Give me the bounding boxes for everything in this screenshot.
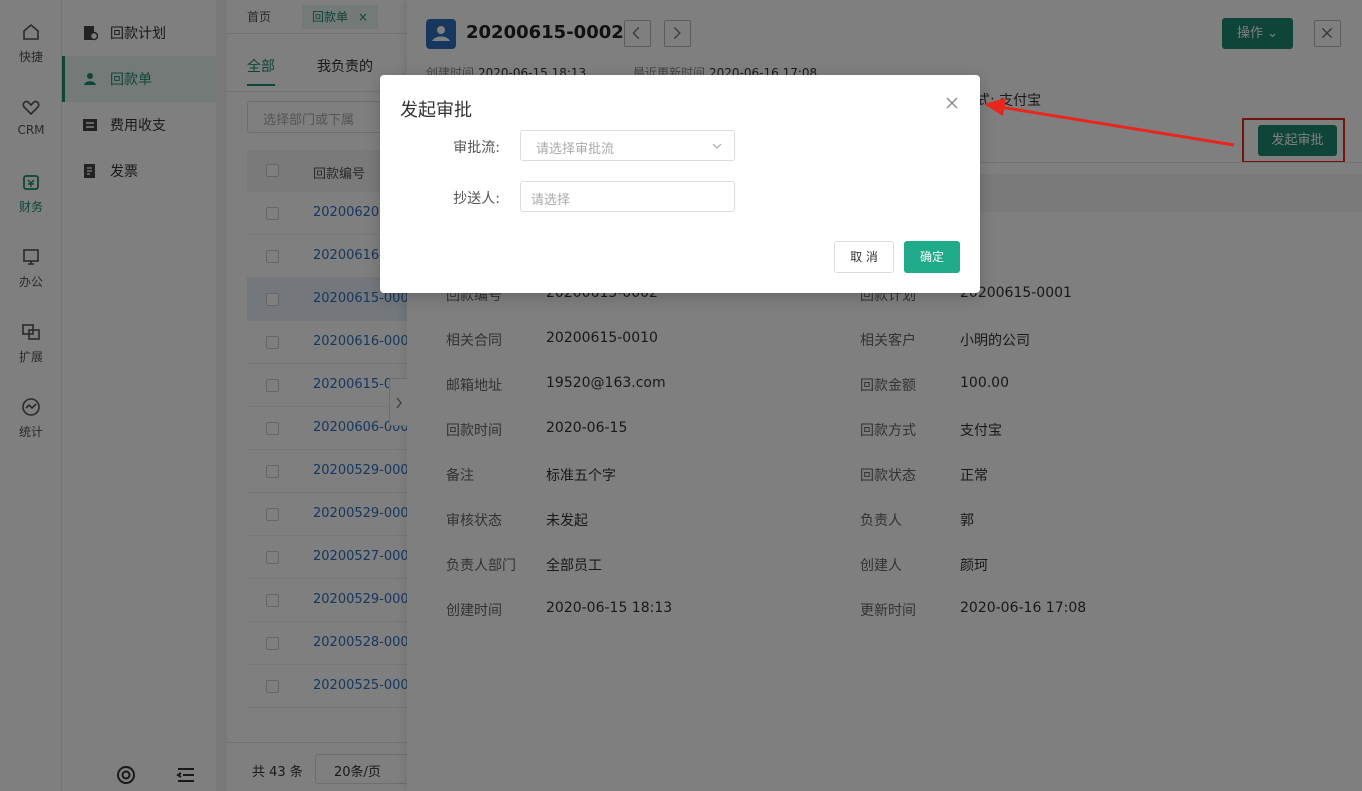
dialog-title: 发起审批 <box>400 100 472 121</box>
flow-label: 审批流: <box>453 140 500 156</box>
cancel-button[interactable]: 取 消 <box>834 241 894 273</box>
chevron-down-icon <box>712 143 722 149</box>
confirm-button[interactable]: 确定 <box>904 241 960 273</box>
approval-flow-select[interactable]: 请选择审批流 <box>520 130 735 161</box>
cc-label: 抄送人: <box>453 191 500 207</box>
flow-placeholder: 请选择审批流 <box>536 142 615 157</box>
start-approval-dialog: 发起审批 审批流: 请选择审批流 抄送人: 请选择 取 消 确定 <box>380 75 980 293</box>
close-icon[interactable] <box>945 96 959 110</box>
cc-input[interactable]: 请选择 <box>520 181 735 212</box>
